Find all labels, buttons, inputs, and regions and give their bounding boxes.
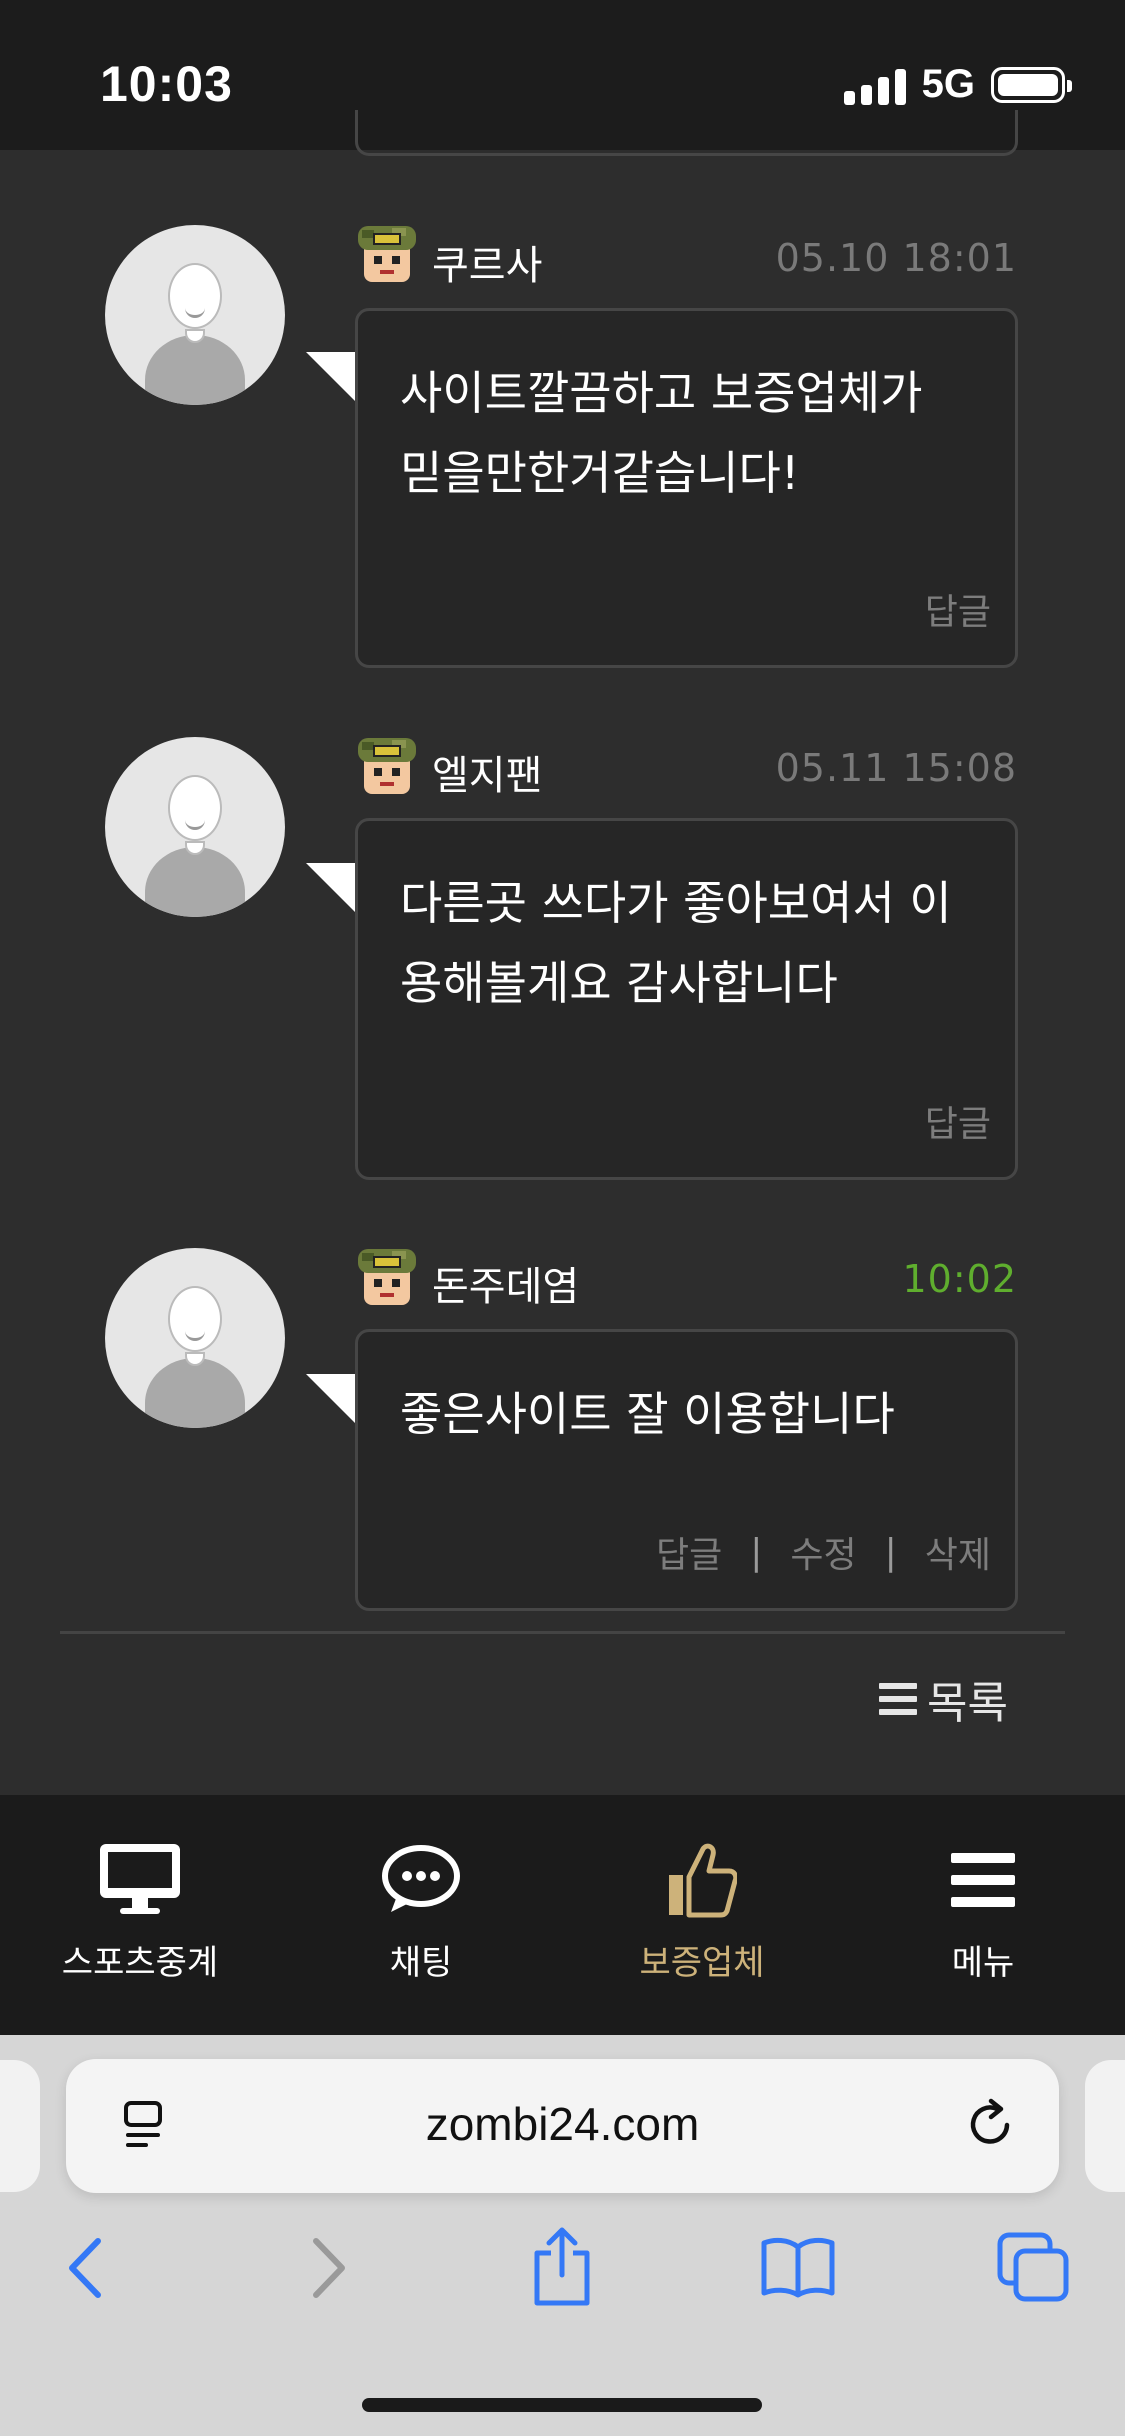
soldier-level-icon xyxy=(358,1249,416,1305)
bottom-nav: 스포츠중계 채팅 보증업체 메뉴 xyxy=(0,1795,1125,2035)
reply-button[interactable]: 답글 xyxy=(656,1526,722,1578)
bookmarks-icon[interactable] xyxy=(760,2235,836,2299)
reply-button[interactable]: 답글 xyxy=(925,583,991,635)
forward-icon[interactable] xyxy=(302,2233,352,2303)
url-text[interactable]: zombi24.com xyxy=(66,2097,1059,2151)
comment-actions: 답글 xyxy=(925,583,991,635)
soldier-level-icon xyxy=(358,738,416,794)
comment-actions: 답글 | 수정 | 삭제 xyxy=(656,1526,991,1578)
status-time: 10:03 xyxy=(100,56,233,112)
reload-icon[interactable] xyxy=(963,2097,1019,2153)
comment-bubble: 사이트깔끔하고 보증업체가 믿을만한거같습니다! 답글 xyxy=(355,308,1018,668)
nav-item-verified[interactable]: 보증업체 xyxy=(602,1835,802,1984)
bubble-tail xyxy=(306,352,356,402)
nav-item-sports[interactable]: 스포츠중계 xyxy=(40,1835,240,1984)
comment-date: 05.10 18:01 xyxy=(775,236,1017,280)
address-bar[interactable]: zombi24.com xyxy=(66,2059,1059,2193)
edit-button[interactable]: 수정 xyxy=(790,1526,856,1578)
delete-button[interactable]: 삭제 xyxy=(925,1526,991,1578)
reply-button[interactable]: 답글 xyxy=(925,1095,991,1147)
signal-icon xyxy=(843,65,906,105)
battery-icon xyxy=(991,66,1072,103)
list-icon xyxy=(879,1683,918,1715)
nav-label: 메뉴 xyxy=(951,1943,1015,1983)
chat-bubble-icon xyxy=(382,1845,460,1912)
nav-item-chat[interactable]: 채팅 xyxy=(321,1835,521,1984)
comment-bubble: 좋은사이트 잘 이용합니다 답글 | 수정 | 삭제 xyxy=(355,1329,1018,1611)
browser-chrome: zombi24.com xyxy=(0,2035,1125,2436)
hamburger-icon xyxy=(951,1853,1015,1907)
home-indicator xyxy=(362,2398,762,2412)
list-button[interactable]: 목록 xyxy=(879,1667,1008,1731)
avatar xyxy=(105,1248,285,1428)
comment-date: 10:02 xyxy=(902,1257,1017,1301)
comment-author[interactable]: 엘지팬 xyxy=(432,743,542,801)
status-indicators: 5G xyxy=(843,62,1072,107)
comment-text: 사이트깔끔하고 보증업체가 믿을만한거같습니다! xyxy=(400,366,923,500)
monitor-icon xyxy=(100,1844,180,1914)
avatar xyxy=(105,225,285,405)
tabs-icon[interactable] xyxy=(996,2231,1070,2303)
nav-label: 보증업체 xyxy=(639,1943,765,1983)
previous-comment-bubble-edge xyxy=(355,110,1018,156)
bubble-tail xyxy=(306,1374,356,1424)
comment-bubble: 다른곳 쓰다가 좋아보여서 이용해볼게요 감사합니다 답글 xyxy=(355,818,1018,1180)
comment-author[interactable]: 돈주데염 xyxy=(432,1254,579,1312)
network-label: 5G xyxy=(921,62,975,106)
soldier-level-icon xyxy=(358,226,416,282)
comment-actions: 답글 xyxy=(925,1095,991,1147)
list-button-label: 목록 xyxy=(927,1678,1008,1729)
previous-tab[interactable] xyxy=(0,2060,40,2192)
divider xyxy=(60,1631,1065,1634)
nav-label: 스포츠중계 xyxy=(61,1943,219,1983)
comment-date: 05.11 15:08 xyxy=(775,746,1017,790)
comment-text: 다른곳 쓰다가 좋아보여서 이용해볼게요 감사합니다 xyxy=(400,876,952,1010)
nav-label: 채팅 xyxy=(389,1943,453,1983)
share-icon[interactable] xyxy=(529,2225,595,2307)
nav-item-menu[interactable]: 메뉴 xyxy=(883,1835,1083,1984)
back-icon[interactable] xyxy=(62,2233,112,2303)
bubble-tail xyxy=(306,863,356,913)
action-separator: | xyxy=(884,1531,897,1573)
thumbs-up-icon xyxy=(669,1843,737,1918)
next-tab[interactable] xyxy=(1085,2060,1125,2192)
avatar xyxy=(105,737,285,917)
comment-author[interactable]: 쿠르사 xyxy=(432,233,542,291)
comment-text: 좋은사이트 잘 이용합니다 xyxy=(400,1387,895,1441)
action-separator: | xyxy=(750,1531,763,1573)
